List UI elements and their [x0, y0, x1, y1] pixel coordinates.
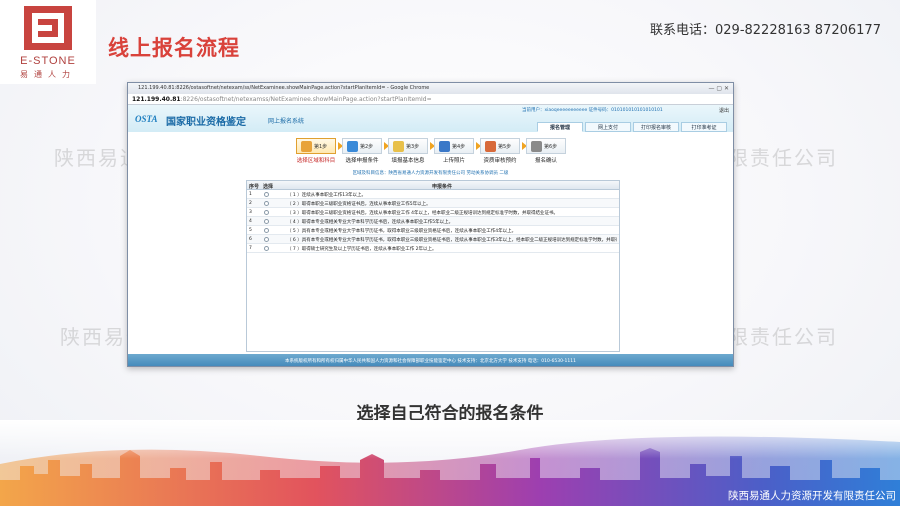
table-row[interactable]: 7 （ 7 ）取得硕士研究生及以上学历证书后，连续从事本职业工作 2年以上。: [247, 244, 619, 253]
browser-window: 121.199.40.81:8226/ostasoftnet/netexam/s…: [127, 82, 734, 367]
osta-logo: OSTA: [135, 114, 158, 124]
watermark-right-top: 限责任公司: [728, 146, 838, 170]
site-nav-tabs: 报名管理 网上支付 打印报名审核 打印准考证: [537, 122, 727, 132]
row-condition-text: （ 2 ）取得本职业三级职业资格证书后，连续从事本职业工作5年以上。: [287, 202, 431, 207]
site-subtitle: 网上报名系统: [268, 118, 305, 125]
step-1[interactable]: 第1步 选择区域和科目: [294, 138, 338, 164]
registration-steps: 第1步 选择区域和科目 第2步 选择申报条件 第3步 填报基本信息 第4步 上传…: [294, 138, 566, 164]
window-controls-icon[interactable]: — ▢ ✕: [708, 85, 729, 92]
row-condition-text: （ 3 ）取得本职业三级职业资格证书后，连续从事本职业工作 4年以上，经本职业二…: [287, 211, 559, 216]
row-condition-text: （ 6 ）具有本专业或相关专业大学本科学历证书，取得本职业三级职业资格证书后，连…: [287, 238, 617, 243]
row-radio[interactable]: [264, 228, 269, 233]
step-label: 资质审核预约: [483, 158, 517, 164]
row-condition-text: （ 1 ）连续从事本职业工作13年以上。: [287, 193, 366, 198]
row-radio[interactable]: [264, 210, 269, 215]
site-footer: 本系统版权所有和所有权归属中华人民共和国人力资源和社会保障部职业技能鉴定中心 技…: [128, 354, 733, 366]
tab-online-payment[interactable]: 网上支付: [585, 122, 631, 132]
row-radio[interactable]: [264, 201, 269, 206]
table-row[interactable]: 3 （ 3 ）取得本职业三级职业资格证书后，连续从事本职业工作 4年以上，经本职…: [247, 208, 619, 217]
step-label: 填报基本信息: [391, 158, 425, 164]
page-content: 第1步 选择区域和科目 第2步 选择申报条件 第3步 填报基本信息 第4步 上传…: [128, 132, 733, 354]
row-index: 4: [249, 219, 252, 224]
appointment-icon: [485, 141, 496, 152]
row-condition-text: （ 7 ）取得硕士研究生及以上学历证书后，连续从事本职业工作 2年以上。: [287, 247, 437, 252]
row-index: 3: [249, 210, 252, 215]
step-5[interactable]: 第5步 资质审核预约: [478, 138, 522, 164]
address-host: 121.199.40.81: [132, 96, 181, 103]
step-3[interactable]: 第3步 填报基本信息: [386, 138, 430, 164]
logo-mark-icon: [24, 6, 72, 50]
window-title: 121.199.40.81:8226/ostasoftnet/netexam/s…: [138, 85, 430, 91]
browser-titlebar: 121.199.40.81:8226/ostasoftnet/netexam/s…: [128, 83, 733, 94]
col-header-index: 序号: [249, 184, 260, 190]
contact-phone: 联系电话：029-82228163 87206177: [650, 23, 881, 38]
footer-company-name: 陕西易通人力资源开发有限责任公司: [728, 490, 896, 502]
row-condition-text: （ 5 ）具有本专业或相关专业大学本科学历证书，取得本职业三级职业资格证书后，连…: [287, 229, 517, 234]
logo-text-en: E-STONE: [20, 55, 76, 67]
tab-print-admission[interactable]: 打印准考证: [681, 122, 727, 132]
step-label: 选择申报条件: [345, 158, 379, 164]
table-header: 序号 选择 申报条件: [247, 181, 619, 190]
pen-icon: [531, 141, 542, 152]
row-index: 1: [249, 192, 252, 197]
logo-text-cn: 易通人力: [20, 70, 76, 79]
step-label: 报名确认: [534, 158, 557, 164]
table-row[interactable]: 2 （ 2 ）取得本职业三级职业资格证书后，连续从事本职业工作5年以上。: [247, 199, 619, 208]
row-radio[interactable]: [264, 192, 269, 197]
logout-link[interactable]: 退出: [719, 107, 729, 114]
step-4[interactable]: 第4步 上传照片: [432, 138, 476, 164]
row-index: 7: [249, 246, 252, 251]
row-radio[interactable]: [264, 237, 269, 242]
folder-icon: [393, 141, 404, 152]
current-user-info: 当前用户：xiaoqeeeeeeeeeee 证件号码：0101010101010…: [522, 108, 663, 113]
row-radio[interactable]: [264, 246, 269, 251]
row-condition-text: （ 4 ）取得本专业或相关专业大学本科学历证书后，连续从事本职业工作5年以上。: [287, 220, 454, 225]
region-subject-notice: 区域及科目信息：陕西省易通人力资源开发有限责任公司 劳动关系协调员 二级: [352, 171, 509, 176]
slide-title: 线上报名流程: [108, 36, 240, 60]
col-header-select: 选择: [263, 184, 274, 190]
site-header: OSTA 国家职业资格鉴定 网上报名系统 当前用户：xiaoqeeeeeeeee…: [128, 105, 733, 132]
table-row[interactable]: 4 （ 4 ）取得本专业或相关专业大学本科学历证书后，连续从事本职业工作5年以上…: [247, 217, 619, 226]
table-row[interactable]: 6 （ 6 ）具有本专业或相关专业大学本科学历证书，取得本职业三级职业资格证书后…: [247, 235, 619, 244]
region-subject-icon: [301, 141, 312, 152]
row-index: 5: [249, 228, 252, 233]
site-name: 国家职业资格鉴定: [166, 117, 246, 128]
col-header-condition: 申报条件: [432, 184, 453, 190]
table-row[interactable]: 5 （ 5 ）具有本专业或相关专业大学本科学历证书，取得本职业三级职业资格证书后…: [247, 226, 619, 235]
step-label: 选择区域和科目: [296, 158, 336, 164]
tab-registration[interactable]: 报名管理: [537, 122, 583, 132]
tab-print-review[interactable]: 打印报名审核: [633, 122, 679, 132]
watermark-right-bottom: 限责任公司: [728, 325, 838, 349]
conditions-table: 序号 选择 申报条件 1 （ 1 ）连续从事本职业工作13年以上。 2 （ 2 …: [246, 180, 620, 352]
row-radio[interactable]: [264, 219, 269, 224]
address-path: :8226/ostasoftnet/netexamss/NetExaminee.…: [180, 96, 432, 103]
address-bar[interactable]: 121.199.40.81:8226/ostasoftnet/netexamss…: [128, 94, 733, 105]
step-6[interactable]: 第6步 报名确认: [524, 138, 568, 164]
step-2[interactable]: 第2步 选择申报条件: [340, 138, 384, 164]
conditions-icon: [347, 141, 358, 152]
step-label: 上传照片: [442, 158, 465, 164]
row-index: 6: [249, 237, 252, 242]
company-logo: E-STONE 易通人力: [0, 0, 96, 84]
table-row[interactable]: 1 （ 1 ）连续从事本职业工作13年以上。: [247, 190, 619, 199]
upload-photo-icon: [439, 141, 450, 152]
row-index: 2: [249, 201, 252, 206]
